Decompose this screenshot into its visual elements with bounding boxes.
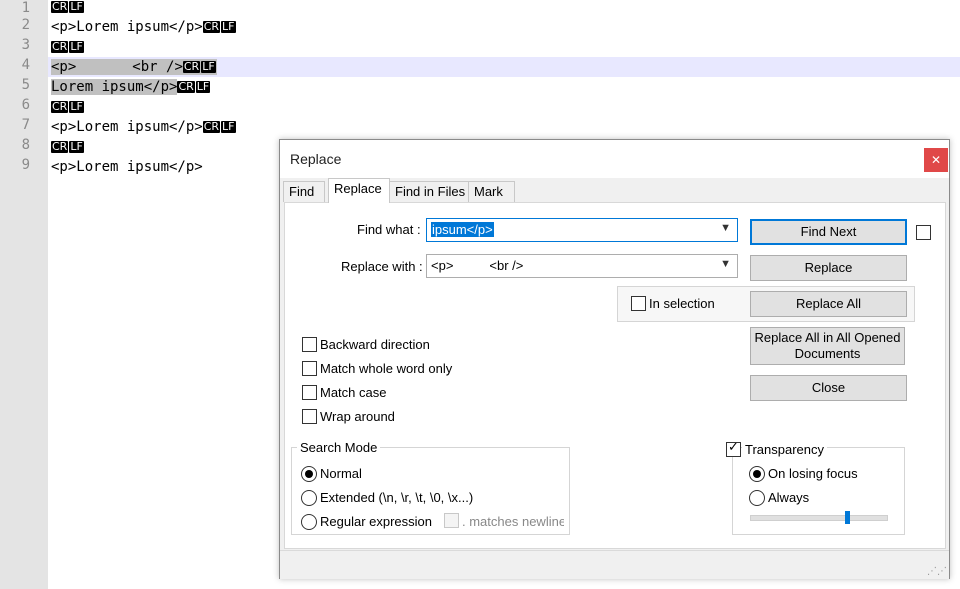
editor-line[interactable]: <p>Lorem ipsum</p>CRLF [51,117,237,137]
search-mode-regex-radio[interactable] [301,514,317,530]
line-number: 3 [0,37,30,53]
editor-line[interactable]: <p>Lorem ipsum</p>CRLF [51,17,237,37]
matches-newline-label: . matches newline [462,514,564,529]
eol-marker: CR [203,21,220,33]
line-number: 4 [0,57,30,73]
eol-marker: LF [221,121,235,133]
eol-marker: CR [177,81,194,93]
wrap-around-label: Wrap around [320,409,395,424]
search-mode-title: Search Mode [297,440,380,455]
transparency-slider-thumb[interactable] [845,511,850,524]
editor-line[interactable]: <p>Lorem ipsum</p> [51,157,203,177]
eol-marker: LF [69,41,83,53]
eol-marker: LF [69,101,83,113]
line-number: 2 [0,17,30,33]
editor-line[interactable]: CRLF [51,37,85,57]
match-whole-word-checkbox[interactable] [302,361,317,376]
matches-newline-checkbox[interactable] [444,513,459,528]
resize-grip-icon[interactable]: ⋰⋰ [927,566,947,577]
line-number: 7 [0,117,30,133]
eol-marker: LF [69,141,83,153]
in-selection-checkbox[interactable] [631,296,646,311]
eol-marker: CR [51,101,68,113]
wrap-around-checkbox[interactable] [302,409,317,424]
transparency-slider[interactable] [750,515,888,521]
search-mode-extended-label: Extended (\n, \r, \t, \0, \x...) [320,490,473,505]
replace-button[interactable]: Replace [750,255,907,281]
replace-with-label: Replace with : [341,259,423,274]
find-next-button[interactable]: Find Next [750,219,907,245]
tab-find-in-files[interactable]: Find in Files [389,181,473,202]
replace-with-input[interactable]: <p><br /> ▼ [426,254,738,278]
eol-marker: CR [51,1,68,13]
editor-line[interactable]: Lorem ipsum</p>CRLF [51,77,211,97]
replace-all-opened-button[interactable]: Replace All in All Opened Documents [750,327,905,365]
editor-line[interactable]: <p><br />CRLF [51,57,217,77]
eol-marker: LF [196,81,210,93]
line-number: 6 [0,97,30,113]
editor-line[interactable]: CRLF [51,97,85,117]
eol-marker: LF [69,1,83,13]
tab-find[interactable]: Find [283,181,325,202]
replace-dialog: Replace ✕ Find Replace Find in Files Mar… [279,139,950,579]
close-icon[interactable]: ✕ [924,148,948,172]
transparency-label: Transparency [742,442,827,457]
dialog-title: Replace [290,151,341,167]
close-button[interactable]: Close [750,375,907,401]
line-number: 9 [0,157,30,173]
match-case-checkbox[interactable] [302,385,317,400]
replace-all-button[interactable]: Replace All [750,291,907,317]
match-case-label: Match case [320,385,386,400]
search-mode-normal-radio[interactable] [301,466,317,482]
line-number: 8 [0,137,30,153]
eol-marker: CR [203,121,220,133]
search-mode-normal-label: Normal [320,466,362,481]
always-label: Always [768,490,809,505]
eol-marker: LF [221,21,235,33]
always-radio[interactable] [749,490,765,506]
backward-direction-label: Backward direction [320,337,430,352]
transparency-checkbox[interactable] [726,442,741,457]
editor-line[interactable]: CRLF [51,0,85,17]
on-losing-focus-label: On losing focus [768,466,858,481]
eol-marker: CR [51,141,68,153]
match-whole-word-label: Match whole word only [320,361,452,376]
on-losing-focus-radio[interactable] [749,466,765,482]
in-selection-label: In selection [649,296,715,311]
dialog-status-bar: ⋰⋰ [280,550,949,579]
chevron-down-icon[interactable]: ▼ [720,222,731,234]
find-what-label: Find what : [357,222,421,237]
pin-checkbox[interactable] [916,225,931,240]
search-mode-extended-radio[interactable] [301,490,317,506]
backward-direction-checkbox[interactable] [302,337,317,352]
dialog-titlebar[interactable]: Replace ✕ [280,140,949,178]
eol-marker: LF [201,61,215,73]
tab-mark[interactable]: Mark [468,181,515,202]
editor-line[interactable]: CRLF [51,137,85,157]
line-number: 5 [0,77,30,93]
find-what-input[interactable]: ipsum</p> ▼ [426,218,738,242]
eol-marker: CR [183,61,200,73]
tab-replace[interactable]: Replace [328,178,390,203]
chevron-down-icon[interactable]: ▼ [720,258,731,270]
line-number: 1 [0,0,30,16]
eol-marker: CR [51,41,68,53]
search-mode-regex-label: Regular expression [320,514,432,529]
